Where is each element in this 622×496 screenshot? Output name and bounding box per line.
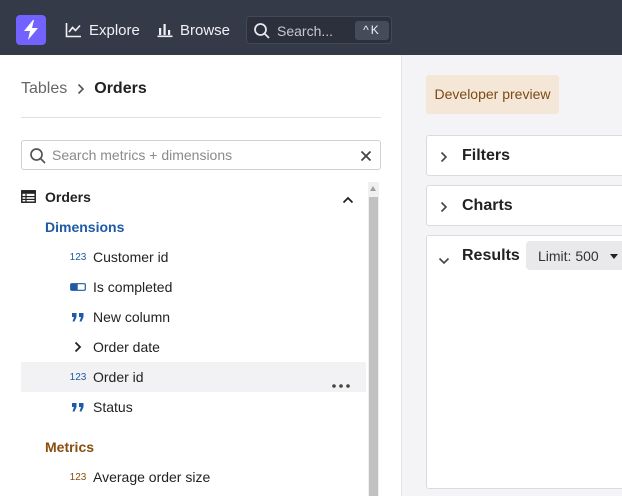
dimension-item[interactable]: New column	[21, 302, 366, 332]
caret-down-icon	[610, 254, 618, 259]
dimension-item[interactable]: Is completed	[21, 272, 366, 302]
developer-preview-badge: Developer preview	[426, 75, 559, 114]
nav-browse-label: Browse	[180, 21, 231, 39]
dimension-label: Order id	[93, 369, 144, 385]
keyboard-shortcut-badge: ^K	[355, 21, 389, 40]
global-search[interactable]: Search... ^K	[246, 16, 392, 44]
nav-browse[interactable]: Browse	[157, 20, 230, 40]
number-type-icon: 123	[69, 251, 87, 263]
dimensions-group-label: Dimensions	[45, 219, 125, 235]
explore-chart-icon	[65, 23, 81, 38]
breadcrumb: Tables Orders	[21, 80, 147, 98]
dimension-group-item[interactable]: Order date	[21, 332, 366, 362]
table-header-orders[interactable]: Orders	[21, 182, 366, 212]
nav-explore-label: Explore	[89, 21, 140, 39]
metric-label: Average order size	[93, 469, 211, 485]
search-icon	[254, 23, 270, 39]
scroll-up-arrow-icon[interactable]	[370, 186, 376, 191]
results-section: Results Limit: 500	[426, 235, 622, 489]
boolean-type-icon	[69, 272, 87, 302]
limit-label: Limit: 500	[538, 248, 599, 264]
dimension-item[interactable]: 123 Order id	[21, 362, 366, 392]
dimension-item[interactable]: Status	[21, 392, 366, 422]
limit-dropdown[interactable]: Limit: 500	[526, 241, 622, 270]
divider	[21, 117, 381, 118]
explorer-sidebar: Tables Orders Orde	[0, 55, 402, 496]
search-icon	[30, 148, 46, 164]
filters-title: Filters	[462, 147, 511, 164]
lightning-bolt-icon	[24, 20, 38, 40]
dimension-label: Status	[93, 399, 133, 415]
scrollbar-thumb[interactable]	[369, 197, 378, 496]
dimension-label: Is completed	[93, 279, 173, 295]
quote-string-icon	[69, 302, 87, 332]
app-logo[interactable]	[16, 15, 46, 45]
dimension-label: Customer id	[93, 249, 169, 265]
top-navigation-bar: Explore Browse Search... ^K	[0, 0, 622, 55]
number-type-icon: 123	[69, 471, 87, 483]
bar-chart-icon	[157, 24, 173, 38]
sidebar-scrollbar[interactable]	[368, 182, 379, 496]
charts-section[interactable]: Charts	[426, 185, 622, 226]
clear-search-icon[interactable]	[360, 149, 372, 167]
dimension-label: New column	[93, 309, 171, 325]
table-name: Orders	[45, 189, 91, 205]
metric-item[interactable]: 123 Average order size	[21, 462, 366, 492]
chevron-right-icon	[440, 150, 448, 168]
results-title: Results	[462, 247, 520, 264]
chevron-right-icon[interactable]	[69, 332, 87, 362]
dimension-item[interactable]: 123 Customer id	[21, 242, 366, 272]
explorer-main: Developer preview Filters Charts Results…	[402, 55, 622, 496]
number-type-icon: 123	[69, 371, 87, 383]
nav-explore[interactable]: Explore	[65, 20, 140, 40]
field-search-input[interactable]	[52, 146, 352, 164]
chevron-down-icon[interactable]	[438, 252, 450, 270]
chevron-up-icon[interactable]	[342, 191, 354, 209]
charts-title: Charts	[462, 197, 513, 214]
more-options-icon[interactable]	[332, 375, 350, 393]
global-search-placeholder: Search...	[277, 23, 334, 39]
dimension-label: Order date	[93, 339, 160, 355]
quote-string-icon	[69, 392, 87, 422]
field-tree: Orders Dimensions 123 Customer id Is com…	[21, 182, 366, 496]
breadcrumb-current: Orders	[94, 80, 147, 97]
chevron-right-icon	[440, 200, 448, 218]
breadcrumb-tables[interactable]: Tables	[21, 80, 67, 98]
metrics-group-label: Metrics	[45, 439, 95, 455]
chevron-right-icon	[77, 83, 85, 95]
filters-section[interactable]: Filters	[426, 135, 622, 176]
field-search-box	[21, 140, 381, 170]
table-icon	[21, 190, 36, 208]
